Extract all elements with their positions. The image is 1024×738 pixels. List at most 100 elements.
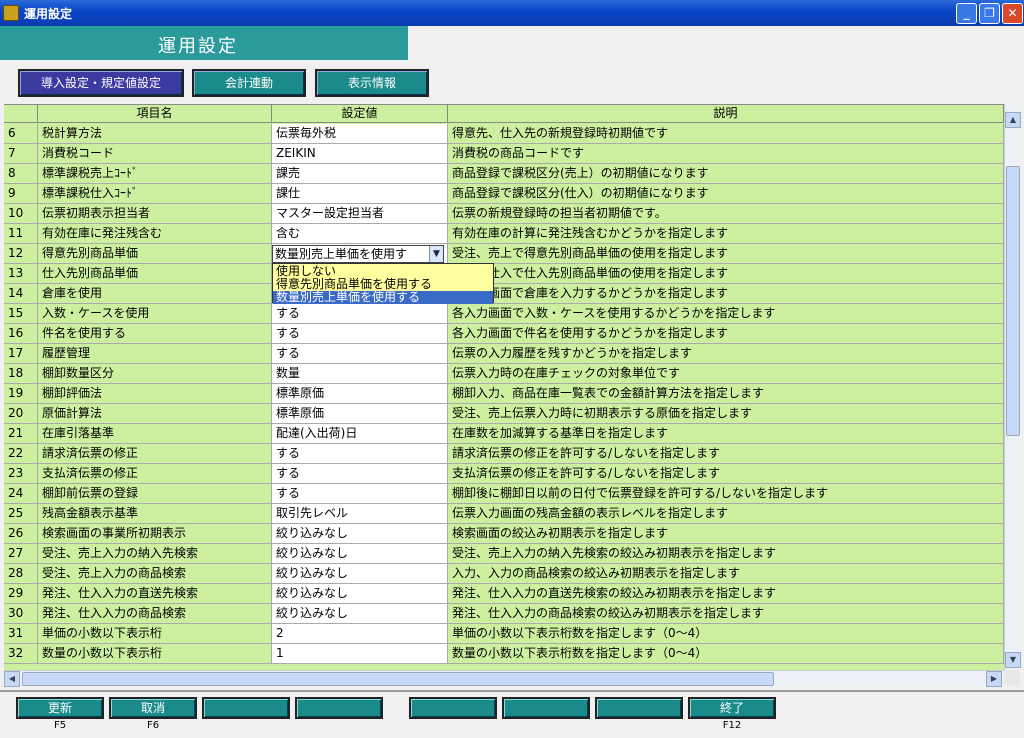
function-key-button[interactable] — [202, 697, 290, 719]
function-key-button[interactable] — [295, 697, 383, 719]
table-row[interactable]: 11 有効在庫に発注残含む 含む 有効在庫の計算に発注残含むかどうかを指定します — [4, 224, 1004, 244]
column-header-description[interactable]: 説明 — [448, 105, 1004, 123]
setting-value-cell[interactable]: 絞り込みなし — [272, 564, 448, 584]
setting-value-cell[interactable]: 標準原価 — [272, 404, 448, 424]
vertical-scroll-thumb[interactable] — [1006, 166, 1020, 436]
setting-value-cell[interactable]: する — [272, 304, 448, 324]
row-number: 24 — [4, 484, 38, 504]
item-name-cell: 標準課税仕入ｺｰﾄﾞ — [38, 184, 272, 204]
item-name-cell: 税計算方法 — [38, 124, 272, 144]
table-row[interactable]: 9 標準課税仕入ｺｰﾄﾞ 課仕 商品登録で課税区分(仕入）の初期値になります — [4, 184, 1004, 204]
table-row[interactable]: 12 得意先別商品単価 受注、売上で得意先別商品単価の使用を指定します — [4, 244, 1004, 264]
close-icon[interactable]: ✕ — [1002, 3, 1023, 24]
setting-value-cell[interactable]: 2 — [272, 624, 448, 644]
table-row[interactable]: 10 伝票初期表示担当者 マスター設定担当者 伝票の新規登録時の担当者初期値です。 — [4, 204, 1004, 224]
table-row[interactable]: 31 単価の小数以下表示桁 2 単価の小数以下表示桁数を指定します（0～4） — [4, 624, 1004, 644]
table-row[interactable]: 23 支払済伝票の修正 する 支払済伝票の修正を許可する/しないを指定します — [4, 464, 1004, 484]
item-name-cell: 受注、売上入力の商品検索 — [38, 564, 272, 584]
update-button[interactable]: 更新 — [16, 697, 104, 719]
table-row[interactable]: 15 入数・ケースを使用 する 各入力画面で入数・ケースを使用するかどうかを指定します — [4, 304, 1004, 324]
setting-value-cell[interactable]: 絞り込みなし — [272, 524, 448, 544]
setting-value-cell[interactable]: 含む — [272, 224, 448, 244]
scroll-down-icon[interactable]: ▼ — [1005, 652, 1021, 668]
setting-value-cell[interactable]: する — [272, 324, 448, 344]
setting-value-cell[interactable]: 課売 — [272, 164, 448, 184]
table-row[interactable]: 27 受注、売上入力の納入先検索 絞り込みなし 受注、売上入力の納入先検索の絞込み初期… — [4, 544, 1004, 564]
setting-value-cell[interactable]: 1 — [272, 644, 448, 664]
setting-value-cell[interactable]: 取引先レベル — [272, 504, 448, 524]
function-key-button[interactable] — [595, 697, 683, 719]
table-row[interactable]: 21 在庫引落基準 配達(入出荷)日 在庫数を加減算する基準日を指定します — [4, 424, 1004, 444]
horizontal-scroll-thumb[interactable] — [22, 672, 774, 686]
table-row[interactable]: 24 棚卸前伝票の登録 する 棚卸後に棚卸日以前の日付で伝票登録を許可する/しないを指… — [4, 484, 1004, 504]
table-row[interactable]: 26 検索画面の事業所初期表示 絞り込みなし 検索画面の絞込み初期表示を指定します — [4, 524, 1004, 544]
setting-value-cell[interactable]: ZEIKIN — [272, 144, 448, 164]
setting-value-cell[interactable]: 標準原価 — [272, 384, 448, 404]
tab-setup-defaults[interactable]: 導入設定・規定値設定 — [18, 69, 184, 97]
table-row[interactable]: 6 税計算方法 伝票毎外税 得意先、仕入先の新規登録時初期値です — [4, 124, 1004, 144]
chevron-down-icon[interactable]: ▼ — [429, 246, 443, 262]
table-row[interactable]: 28 受注、売上入力の商品検索 絞り込みなし 入力、入力の商品検索の絞込み初期表示を指… — [4, 564, 1004, 584]
unit-price-select[interactable]: 数量別売上単価を使用す ▼ — [272, 245, 444, 263]
row-number: 19 — [4, 384, 38, 404]
item-name-cell: 支払済伝票の修正 — [38, 464, 272, 484]
vertical-scrollbar[interactable]: ▲ ▼ — [1004, 104, 1021, 670]
description-cell: 発注、仕入で仕入先別商品単価の使用を指定します — [448, 264, 1004, 284]
minimize-icon[interactable]: _ — [956, 3, 977, 24]
horizontal-scrollbar[interactable]: ◀ ▶ — [4, 670, 1004, 687]
column-header-item[interactable]: 項目名 — [38, 105, 272, 123]
scroll-up-icon[interactable]: ▲ — [1005, 112, 1021, 128]
setting-value-cell[interactable]: 配達(入出荷)日 — [272, 424, 448, 444]
setting-value-cell[interactable]: する — [272, 484, 448, 504]
table-row[interactable]: 18 棚卸数量区分 数量 伝票入力時の在庫チェックの対象単位です — [4, 364, 1004, 384]
setting-value-cell[interactable]: する — [272, 444, 448, 464]
setting-value-cell[interactable]: 課仕 — [272, 184, 448, 204]
item-name-cell: 倉庫を使用 — [38, 284, 272, 304]
setting-value-cell[interactable]: マスター設定担当者 — [272, 204, 448, 224]
row-number: 10 — [4, 204, 38, 224]
row-number: 15 — [4, 304, 38, 324]
table-row[interactable]: 20 原価計算法 標準原価 受注、売上伝票入力時に初期表示する原価を指定します — [4, 404, 1004, 424]
row-number: 14 — [4, 284, 38, 304]
setting-value-cell[interactable]: 絞り込みなし — [272, 604, 448, 624]
setting-value-cell[interactable]: 絞り込みなし — [272, 584, 448, 604]
maximize-icon[interactable]: ❐ — [979, 3, 1000, 24]
scroll-left-icon[interactable]: ◀ — [4, 671, 20, 687]
table-row[interactable]: 8 標準課税売上ｺｰﾄﾞ 課売 商品登録で課税区分(売上）の初期値になります — [4, 164, 1004, 184]
description-cell: 受注、売上入力の納入先検索の絞込み初期表示を指定します — [448, 544, 1004, 564]
tab-accounting-link[interactable]: 会計連動 — [192, 69, 306, 97]
function-key-button[interactable] — [409, 697, 497, 719]
item-name-cell: 件名を使用する — [38, 324, 272, 344]
row-number: 9 — [4, 184, 38, 204]
setting-value-cell[interactable]: 絞り込みなし — [272, 544, 448, 564]
table-row[interactable]: 19 棚卸評価法 標準原価 棚卸入力、商品在庫一覧表での金額計算方法を指定します — [4, 384, 1004, 404]
table-row[interactable]: 7 消費税コード ZEIKIN 消費税の商品コードです — [4, 144, 1004, 164]
table-row[interactable]: 17 履歴管理 する 伝票の入力履歴を残すかどうかを指定します — [4, 344, 1004, 364]
select-option-selected[interactable]: 数量別売上単価を使用する — [273, 291, 493, 304]
description-cell: 各入力画面で件名を使用するかどうかを指定します — [448, 324, 1004, 344]
table-row[interactable]: 30 発注、仕入入力の商品検索 絞り込みなし 発注、仕入入力の商品検索の絞込み初期表示… — [4, 604, 1004, 624]
function-key-button[interactable] — [502, 697, 590, 719]
table-row[interactable]: 32 数量の小数以下表示桁 1 数量の小数以下表示桁数を指定します（0～4） — [4, 644, 1004, 664]
item-name-cell: 伝票初期表示担当者 — [38, 204, 272, 224]
select-options-list[interactable]: 使用しない 得意先別商品単価を使用する 数量別売上単価を使用する — [272, 263, 494, 304]
cancel-button[interactable]: 取消 — [109, 697, 197, 719]
table-row[interactable]: 16 件名を使用する する 各入力画面で件名を使用するかどうかを指定します — [4, 324, 1004, 344]
exit-button[interactable]: 終了 — [688, 697, 776, 719]
setting-value-cell[interactable]: 数量 — [272, 364, 448, 384]
scroll-right-icon[interactable]: ▶ — [986, 671, 1002, 687]
setting-value-cell[interactable]: する — [272, 344, 448, 364]
table-row[interactable]: 25 残高金額表示基準 取引先レベル 伝票入力画面の残高金額の表示レベルを指定します — [4, 504, 1004, 524]
table-row[interactable]: 22 請求済伝票の修正 する 請求済伝票の修正を許可する/しないを指定します — [4, 444, 1004, 464]
table-row[interactable]: 13 仕入先別商品単価 発注、仕入で仕入先別商品単価の使用を指定します — [4, 264, 1004, 284]
description-cell: 支払済伝票の修正を許可する/しないを指定します — [448, 464, 1004, 484]
setting-value-cell[interactable]: 伝票毎外税 — [272, 124, 448, 144]
tab-display-info[interactable]: 表示情報 — [315, 69, 429, 97]
table-row[interactable]: 14 倉庫を使用 各入力画面で倉庫を入力するかどうかを指定します — [4, 284, 1004, 304]
table-row[interactable]: 29 発注、仕入入力の直送先検索 絞り込みなし 発注、仕入入力の直送先検索の絞込み初期… — [4, 584, 1004, 604]
setting-value-cell[interactable]: する — [272, 464, 448, 484]
settings-grid: 項目名 設定値 説明 6 税計算方法 伝票毎外税 得意先、仕入先の新規登録時初期値です… — [4, 104, 1004, 670]
item-name-cell: 棚卸評価法 — [38, 384, 272, 404]
column-header-value[interactable]: 設定値 — [272, 105, 448, 123]
item-name-cell: 棚卸数量区分 — [38, 364, 272, 384]
